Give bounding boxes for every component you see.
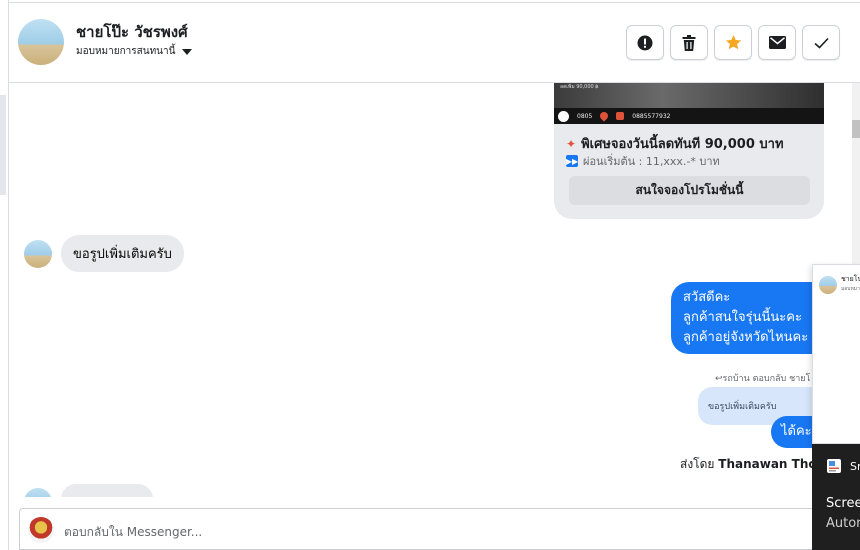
banner-code: 0805 (577, 112, 593, 120)
assign-conversation-dropdown[interactable]: มอบหมายการสนทนานี้ (76, 44, 193, 59)
banner-fine-print: ลดเพิ่ม 90,000 ฿ (560, 84, 599, 90)
reply-arrow-icon: ↩ (715, 374, 723, 384)
mark-done-button[interactable] (802, 25, 840, 60)
outgoing-line-1: สวัสดีคะ (683, 290, 731, 305)
brand-logo-icon (558, 110, 569, 122)
reply-input[interactable]: ตอบกลับใน Messenger... (64, 523, 202, 542)
conversation-header: ชายโป๊ะ วัชรพงศ์ มอบหมายการสนทนานี้ (9, 3, 860, 83)
check-icon (813, 37, 829, 49)
assign-label: มอบหมายการสนทนานี้ (76, 46, 176, 57)
snipping-tool-icon (827, 459, 841, 473)
floating-contact-name: ชายโป (841, 275, 860, 283)
banner-strip: 0805 0885577932 (554, 108, 824, 124)
promo-title: ✦ พิเศษจองวันนี้ลดทันที 90,000 บาท (566, 133, 784, 154)
floating-assign-label: มอบหมา (841, 286, 860, 292)
mark-spam-button[interactable] (626, 25, 664, 60)
promo-banner-image[interactable]: ลดเพิ่ม 90,000 ฿ 0805 0885577932 (554, 83, 824, 124)
toast-subtitle: Autor (826, 516, 860, 531)
toast-app-name: Sn (850, 460, 860, 473)
page-avatar (28, 517, 54, 543)
contact-avatar[interactable] (18, 19, 64, 65)
scrollbar-thumb[interactable] (852, 120, 860, 138)
sent-by-label: ส่งโดย Thanawan Thon (680, 455, 825, 474)
header-actions (626, 25, 840, 60)
delete-button[interactable] (670, 25, 708, 60)
phone-icon (616, 112, 625, 120)
location-pin-icon (598, 110, 610, 122)
message-thread[interactable]: ลดเพิ่ม 90,000 ฿ 0805 0885577932 ✦ พิเศษ… (9, 83, 852, 497)
reply-reference-text: รถบ้าน ตอบกลับ ชายโ (722, 374, 811, 384)
sent-by-name[interactable]: Thanawan Thon (718, 457, 825, 471)
promo-subtitle-text: ผ่อนเริ่มต้น : 11,xxx.-* บาท (583, 155, 720, 168)
banner-phone: 0885577932 (632, 112, 671, 120)
left-scrollbar[interactable] (0, 95, 6, 195)
envelope-icon (768, 36, 786, 49)
alert-icon (637, 35, 653, 50)
toast-title: Scree (826, 496, 860, 511)
caret-down-icon (182, 48, 193, 55)
incoming-message-partial (61, 484, 153, 497)
floating-contact-avatar (819, 276, 837, 294)
sender-avatar-partial[interactable] (24, 488, 52, 497)
promo-title-text: พิเศษจองวันนี้ลดทันที 90,000 บาท (581, 137, 784, 152)
promo-cta-button[interactable]: สนใจจองโปรโมชั่นนี้ (569, 176, 810, 205)
floating-chat-panel[interactable]: ชายโป มอบหมา (812, 264, 860, 444)
mark-unread-button[interactable] (758, 25, 796, 60)
promo-message-card: ลดเพิ่ม 90,000 ฿ 0805 0885577932 ✦ พิเศษ… (554, 83, 824, 219)
reply-reference: ↩รถบ้าน ตอบกลับ ชายโ (715, 371, 810, 385)
trash-icon (682, 34, 696, 51)
incoming-message: ขอรูปเพิ่มเติมครับ (61, 235, 184, 272)
outgoing-line-3: ลูกค้าอยู่จังหวัดไหนคะ (683, 330, 809, 345)
snip-notification-toast[interactable]: Sn Scree Autor (812, 444, 860, 550)
fast-forward-icon: ▶▶ (565, 155, 579, 167)
star-button[interactable] (714, 25, 752, 60)
messenger-conversation-view: ชายโป๊ะ วัชรพงศ์ มอบหมายการสนทนานี้ ลดเพ… (0, 0, 860, 550)
sender-avatar[interactable] (24, 240, 52, 268)
party-popper-icon: ✦ (566, 136, 577, 151)
star-icon (725, 35, 741, 50)
contact-name[interactable]: ชายโป๊ะ วัชรพงศ์ (76, 20, 188, 44)
sent-by-prefix: ส่งโดย (680, 457, 715, 471)
outgoing-line-2: ลูกค้าสนใจรุ่นนี้นะคะ (683, 310, 802, 325)
promo-subtitle: ▶▶ ผ่อนเริ่มต้น : 11,xxx.-* บาท (566, 152, 720, 170)
reply-composer[interactable]: ตอบกลับใน Messenger... (19, 508, 819, 550)
outgoing-message-multiline: สวัสดีคะ ลูกค้าสนใจรุ่นนี้นะคะ ลูกค้าอยู… (671, 282, 821, 354)
